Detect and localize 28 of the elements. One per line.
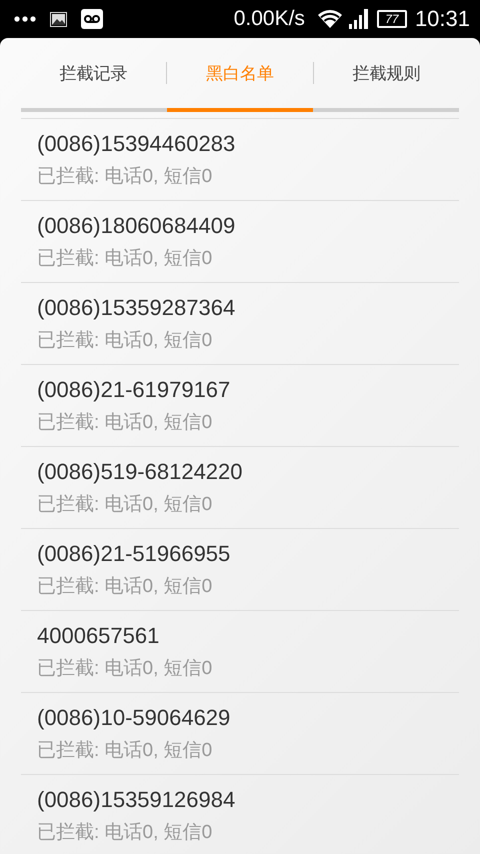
block-count: 已拦截: 电话0, 短信0 (37, 574, 214, 598)
block-count: 已拦截: 电话0, 短信0 (37, 246, 214, 270)
phone-number: 4000657561 (37, 622, 160, 648)
more-icon (14, 15, 36, 23)
battery-icon: 77 (376, 10, 407, 28)
image-icon (50, 12, 67, 26)
phone-number: (0086)15359126984 (37, 786, 236, 812)
phone-number: (0086)21-61979167 (37, 376, 232, 402)
phone-number: (0086)519-68124220 (37, 458, 244, 484)
network-speed: 0.00K/s (234, 7, 305, 31)
block-count: 已拦截: 电话0, 短信0 (37, 328, 214, 352)
block-count: 已拦截: 电话0, 短信0 (37, 492, 214, 516)
tab[interactable]: 拦截记录 (21, 62, 166, 84)
wifi-icon (316, 9, 343, 29)
signal-icon (348, 9, 371, 29)
voicemail-icon (81, 9, 103, 29)
block-count: 已拦截: 电话0, 短信0 (37, 738, 214, 762)
block-count: 已拦截: 电话0, 短信0 (37, 656, 214, 680)
phone-number: (0086)21-51966955 (37, 540, 232, 566)
block-count: 已拦截: 电话0, 短信0 (37, 164, 214, 188)
tab[interactable]: 拦截规则 (314, 62, 459, 84)
phone-number: (0086)10-59064629 (37, 704, 232, 730)
clock: 10:31 (414, 6, 470, 32)
block-count: 已拦截: 电话0, 短信0 (37, 820, 214, 844)
phone-number: (0086)15359287364 (37, 294, 236, 320)
block-count: 已拦截: 电话0, 短信0 (37, 410, 214, 434)
phone-number: (0086)15394460283 (37, 130, 236, 156)
phone-number: (0086)18060684409 (37, 212, 236, 238)
